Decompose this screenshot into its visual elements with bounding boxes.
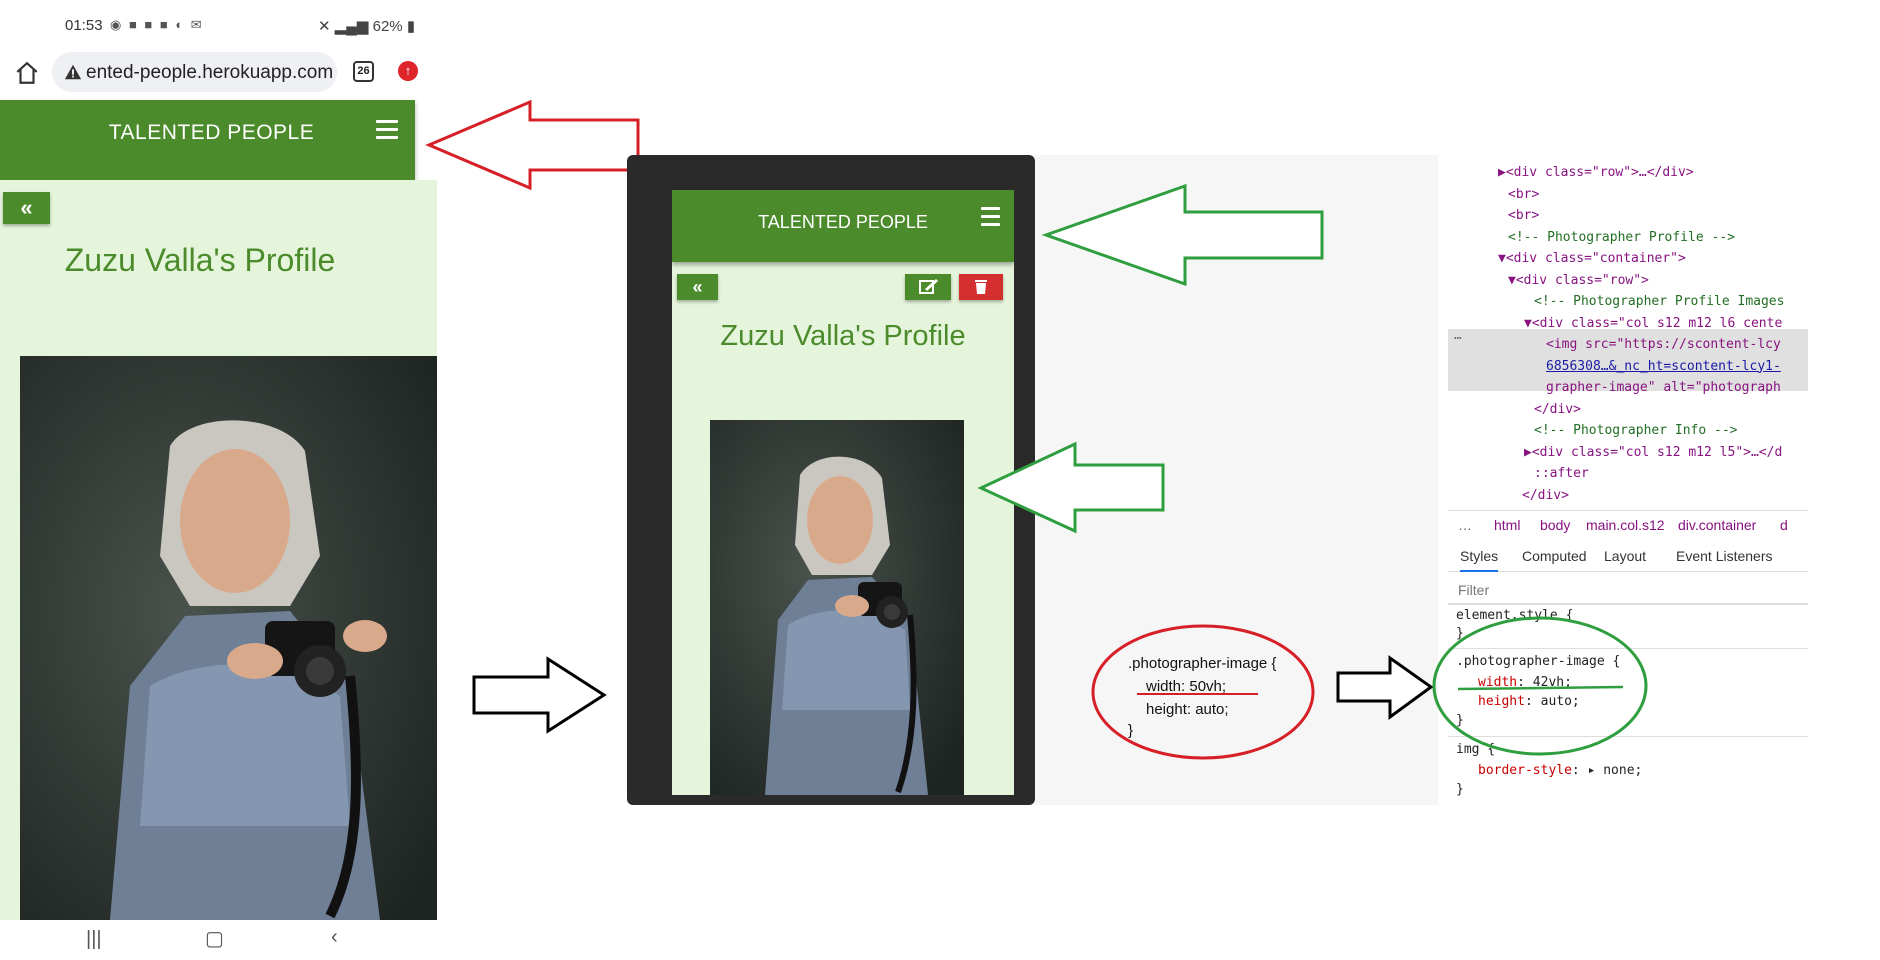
breadcrumb-item[interactable]: d bbox=[1780, 517, 1788, 533]
tab-styles[interactable]: Styles bbox=[1460, 548, 1499, 572]
node-more-icon[interactable]: ⋯ bbox=[1454, 331, 1462, 346]
update-icon[interactable]: ↑ bbox=[398, 61, 418, 81]
delete-button[interactable] bbox=[959, 274, 1003, 300]
url-text[interactable]: ented-people.herokuapp.com bbox=[86, 62, 333, 84]
home-icon[interactable] bbox=[14, 60, 40, 86]
dom-node-line[interactable]: ▶<div class="row">…</div> bbox=[1498, 165, 1694, 180]
phone-screenshot: 01:53 ◉ ■ ■ ■ ◐ ✉ ✕ ▂▄▆ 62% ▮ ented-peop… bbox=[0, 0, 437, 960]
img-rule-close: } bbox=[1456, 782, 1464, 797]
system-icons: ✕ ▂▄▆ 62% ▮ bbox=[318, 17, 415, 35]
photographer-image bbox=[20, 356, 437, 920]
battery-text: 62% bbox=[372, 18, 403, 35]
device-back-button[interactable]: « bbox=[677, 274, 718, 300]
mute-icon: ✕ bbox=[318, 18, 331, 35]
black-arrow-right-icon bbox=[472, 656, 607, 734]
device-brand-title[interactable]: TALENTED PEOPLE bbox=[672, 212, 1014, 233]
device-screen: TALENTED PEOPLE « Zuzu Valla's Profile bbox=[672, 190, 1014, 795]
styles-filter[interactable]: Filter bbox=[1448, 576, 1808, 604]
breadcrumb-item[interactable]: body bbox=[1540, 517, 1570, 533]
composite-screenshot: 01:53 ◉ ■ ■ ■ ◐ ✉ ✕ ▂▄▆ 62% ▮ ented-peop… bbox=[0, 0, 1880, 960]
devtools-breadcrumb: … html body main.col.s12 div.container d bbox=[1448, 510, 1808, 538]
annotation-height: height: auto; bbox=[1146, 701, 1229, 718]
red-arrow-icon bbox=[425, 100, 640, 190]
photographer-photo-illustration bbox=[20, 356, 437, 920]
green-arrow-navbar-icon bbox=[1041, 183, 1324, 287]
img-border-decl[interactable]: border-style: ▸ none; bbox=[1478, 763, 1642, 778]
edit-icon bbox=[919, 279, 938, 294]
device-hamburger-icon[interactable] bbox=[981, 207, 1000, 227]
dom-comment-line[interactable]: <!-- Photographer Profile Images bbox=[1534, 294, 1784, 309]
dom-node-line[interactable]: <img src="https://scontent-lcy bbox=[1546, 337, 1781, 352]
dom-node-line[interactable]: </div> bbox=[1534, 402, 1581, 417]
green-arrow-image-icon bbox=[977, 441, 1165, 534]
dom-node-line[interactable]: ▼<div class="row"> bbox=[1508, 273, 1649, 288]
breadcrumb-item[interactable]: html bbox=[1494, 517, 1520, 533]
black-arrow-small-icon bbox=[1336, 655, 1434, 720]
home-nav-icon[interactable]: ▢ bbox=[205, 926, 224, 951]
device-photo-illustration bbox=[710, 420, 964, 795]
trash-icon bbox=[975, 280, 987, 294]
breadcrumb-item[interactable]: main.col.s12 bbox=[1586, 517, 1665, 533]
notification-icons: ◉ ■ ■ ■ ◐ ✉ bbox=[110, 17, 204, 32]
dom-node-line[interactable]: ▼<div class="col s12 m12 l6 cente bbox=[1524, 316, 1782, 331]
dom-comment-line[interactable]: <!-- Photographer Profile --> bbox=[1508, 230, 1735, 245]
edit-button[interactable] bbox=[905, 274, 951, 300]
warning-icon[interactable] bbox=[64, 63, 82, 81]
hamburger-menu-icon[interactable] bbox=[376, 120, 398, 140]
signal-icon: ▂▄▆ bbox=[334, 18, 369, 35]
dom-node-line[interactable]: grapher-image" alt="photograph bbox=[1546, 380, 1781, 395]
green-circle-annotation-icon bbox=[1432, 616, 1648, 756]
tab-event-listeners[interactable]: Event Listeners bbox=[1676, 548, 1773, 564]
red-underline-annotation bbox=[1137, 693, 1258, 695]
status-time: 01:53 bbox=[65, 17, 103, 34]
annotation-close-brace: } bbox=[1128, 722, 1134, 739]
back-nav-icon[interactable]: ‹ bbox=[331, 926, 338, 949]
dom-node-line[interactable]: ▶<div class="col s12 m12 l5">…</d bbox=[1524, 445, 1782, 460]
devtools-tabs: Styles Computed Layout Event Listeners bbox=[1448, 540, 1808, 572]
brand-title[interactable]: TALENTED PEOPLE bbox=[0, 121, 423, 145]
breadcrumb-item[interactable]: … bbox=[1458, 517, 1472, 533]
back-button[interactable]: « bbox=[3, 192, 50, 224]
dom-node-line[interactable]: <br> bbox=[1508, 208, 1539, 223]
breadcrumb-item[interactable]: div.container bbox=[1678, 517, 1756, 533]
tab-computed[interactable]: Computed bbox=[1522, 548, 1587, 564]
dom-node-line[interactable]: ▼<div class="container"> bbox=[1498, 251, 1686, 266]
dom-node-line[interactable]: 6856308…&_nc_ht=scontent-lcy1- bbox=[1546, 359, 1781, 374]
status-bar: 01:53 ◉ ■ ■ ■ ◐ ✉ ✕ ▂▄▆ 62% ▮ bbox=[0, 0, 437, 52]
dom-node-line[interactable]: <br> bbox=[1508, 187, 1539, 202]
profile-title: Zuzu Valla's Profile bbox=[64, 242, 336, 278]
dom-node-line[interactable]: </div> bbox=[1522, 488, 1569, 503]
android-nav-bar: ||| ▢ ‹ bbox=[0, 920, 437, 960]
battery-icon: ▮ bbox=[406, 18, 416, 35]
recent-apps-icon[interactable]: ||| bbox=[86, 928, 102, 951]
annotation-selector: .photographer-image { bbox=[1128, 655, 1277, 672]
divider bbox=[1448, 604, 1808, 605]
dom-comment-line[interactable]: <!-- Photographer Info --> bbox=[1534, 423, 1738, 438]
device-photographer-image bbox=[710, 420, 964, 795]
device-profile-title: Zuzu Valla's Profile bbox=[720, 320, 966, 352]
filter-input[interactable]: Filter bbox=[1458, 582, 1489, 598]
tab-count-button[interactable]: 26 bbox=[353, 61, 374, 82]
dom-node-line[interactable]: ::after bbox=[1534, 466, 1589, 481]
tab-layout[interactable]: Layout bbox=[1604, 548, 1646, 564]
